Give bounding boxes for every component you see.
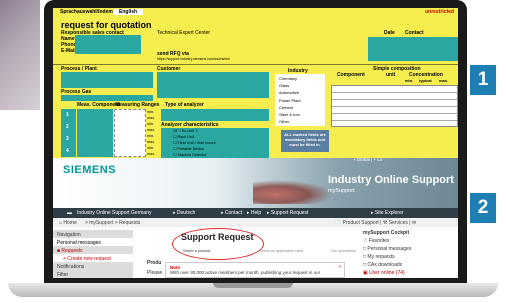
main-content: Support Request Select a product Select … [137,228,357,278]
nav-item[interactable]: ▸ Support Request [267,210,308,216]
conc-typ: typical [419,78,432,83]
conc-min: min. [405,78,414,83]
product-photo-scene: Sprachauswahl/Indem ▾ English unrestrict… [0,0,506,303]
cockpit-item[interactable]: □ My requests [363,254,458,262]
close-icon[interactable]: × [338,264,341,269]
nav-item[interactable]: ▸ Contact [221,210,242,216]
language-label: Sprachauswahl/Indem ▾ [60,9,117,15]
sidebar-item[interactable]: Personal messages [53,238,133,246]
global-links[interactable]: + Global | + Lo [353,157,382,162]
breadcrumb-links[interactable]: 📄 Product Support | ⚒ Services | ✉ [335,220,416,226]
rfq-title: request for quotation [61,20,152,30]
cockpit-item[interactable]: □ CAx downloads [363,262,458,270]
unit-col: unit [386,72,396,78]
range-cells[interactable] [114,109,146,157]
cockpit-item[interactable]: ☆ Favorites [363,238,458,246]
mysupport-cockpit: mySupport Cockpit ☆ Favorites □ Personal… [363,230,458,278]
sidebar-item-create-request[interactable]: > Create new request [53,254,133,262]
nav-item[interactable]: ▸ Site Explorer [371,210,404,216]
tech-contact: Technical Expert Center [157,30,211,36]
note-text: With over 30,000 active members per mont… [170,270,321,275]
composition-grid[interactable] [331,85,458,127]
laptop-notch [213,283,293,288]
step[interactable]: Select an application case [259,249,303,253]
laptop-screen: Sprachauswahl/Indem ▾ English unrestrict… [53,8,458,278]
industry-item[interactable]: Power Plant [279,97,321,104]
unit: max. [147,152,156,156]
please-label: Please [147,270,163,276]
industry-item[interactable]: Glass [279,82,321,89]
industry-item[interactable]: Cement [279,104,321,111]
process-gas-cell[interactable] [61,95,153,101]
date-contact-cells[interactable] [368,37,458,61]
customer-cell[interactable] [157,72,269,98]
row-num: 3 [66,136,69,142]
range-units: min. max. min. max. min. max. min. max. [147,109,159,157]
industry-item[interactable]: Automotive [279,89,321,96]
analyzer-type-cell[interactable] [161,109,269,121]
row-num: 4 [66,148,69,154]
meas-range-header: Measuring Ranges [115,102,160,108]
sidebar-item[interactable]: Notifications [53,262,133,270]
sidebar-item-requests[interactable]: ■ Requests [53,246,133,254]
industry-item[interactable]: Other [279,118,321,125]
industry-list[interactable]: Chemistry Glass Automotive Power Plant C… [275,74,325,126]
callout-badge-2: 2 [470,193,496,223]
meas-component-header: Meas. Component [77,102,121,108]
analyzer-type-header: Type of analyzer [165,102,204,108]
process-plant-cell[interactable] [61,72,153,88]
siemens-banner: + Global | + Lo SIEMENS Industry Online … [53,157,458,208]
industry-item[interactable]: Steel & Iron [279,111,321,118]
nav-item[interactable]: Industry Online Support Germany [77,210,151,216]
flag-icon: ▬ [67,210,72,216]
meas-component-cells[interactable] [77,109,113,157]
contact-input-cells[interactable] [75,35,141,54]
sidebar-item[interactable]: Filter [53,270,133,278]
callout-badge-1: 1 [470,65,496,95]
language-select[interactable]: English [113,9,144,15]
step[interactable]: Our specialists [331,249,356,253]
breadcrumb-path[interactable]: > mySupport > Requests [85,220,140,226]
banner-graphic [253,180,333,204]
background-photo [0,0,40,110]
products-label: Produ [147,260,162,266]
cockpit-item[interactable]: ▣ User online (74) [363,270,458,278]
industry-item[interactable]: Chemistry [279,75,321,82]
date-label: Date [384,30,395,36]
email-label: E-Mail [61,48,76,54]
request-steps: Select a product Select an application c… [179,249,367,255]
rfq-url: https://support.industry.siemens.com/cs/… [157,57,231,61]
note-popup: Note × With over 30,000 active members p… [165,262,345,278]
cockpit-item[interactable]: □ Personal messages [363,246,458,254]
nav-item[interactable]: ▸ Deutsch [173,210,195,216]
row-num: 2 [66,124,69,130]
page-title: Support Request [181,232,254,242]
mandatory-note: ALL marked fields are mandatory fields a… [281,130,329,152]
conc-max: max. [439,78,449,83]
rfq-spreadsheet: Sprachauswahl/Indem ▾ English unrestrict… [53,8,458,158]
sidebar-item: Navigation [53,230,133,238]
top-nav: ▬ Industry Online Support Germany ▸ Deut… [53,208,458,218]
product-subtitle: mySupport [328,188,355,194]
step[interactable]: Select a product [183,249,210,253]
analyzer-options[interactable]: 19" / Ex-Unit ? ☐ Rack Unit ☐ Field Unit… [161,128,269,158]
breadcrumb: ⌂ Home > mySupport > Requests 📄 Product … [53,218,458,227]
contact-label: Contact [405,30,424,36]
row-num: 1 [66,112,69,118]
sidebar: Navigation Personal messages ■ Requests … [53,230,133,278]
product-title: Industry Online Support [328,174,454,186]
laptop-base [8,283,498,297]
siemens-logo[interactable]: SIEMENS [63,164,116,176]
nav-item[interactable]: ▸ Help [247,210,261,216]
classification-label: unrestricted [425,9,454,15]
home-link[interactable]: ⌂ Home [59,220,77,226]
cockpit-title: mySupport Cockpit [363,230,410,236]
component-col: Component [337,72,365,78]
